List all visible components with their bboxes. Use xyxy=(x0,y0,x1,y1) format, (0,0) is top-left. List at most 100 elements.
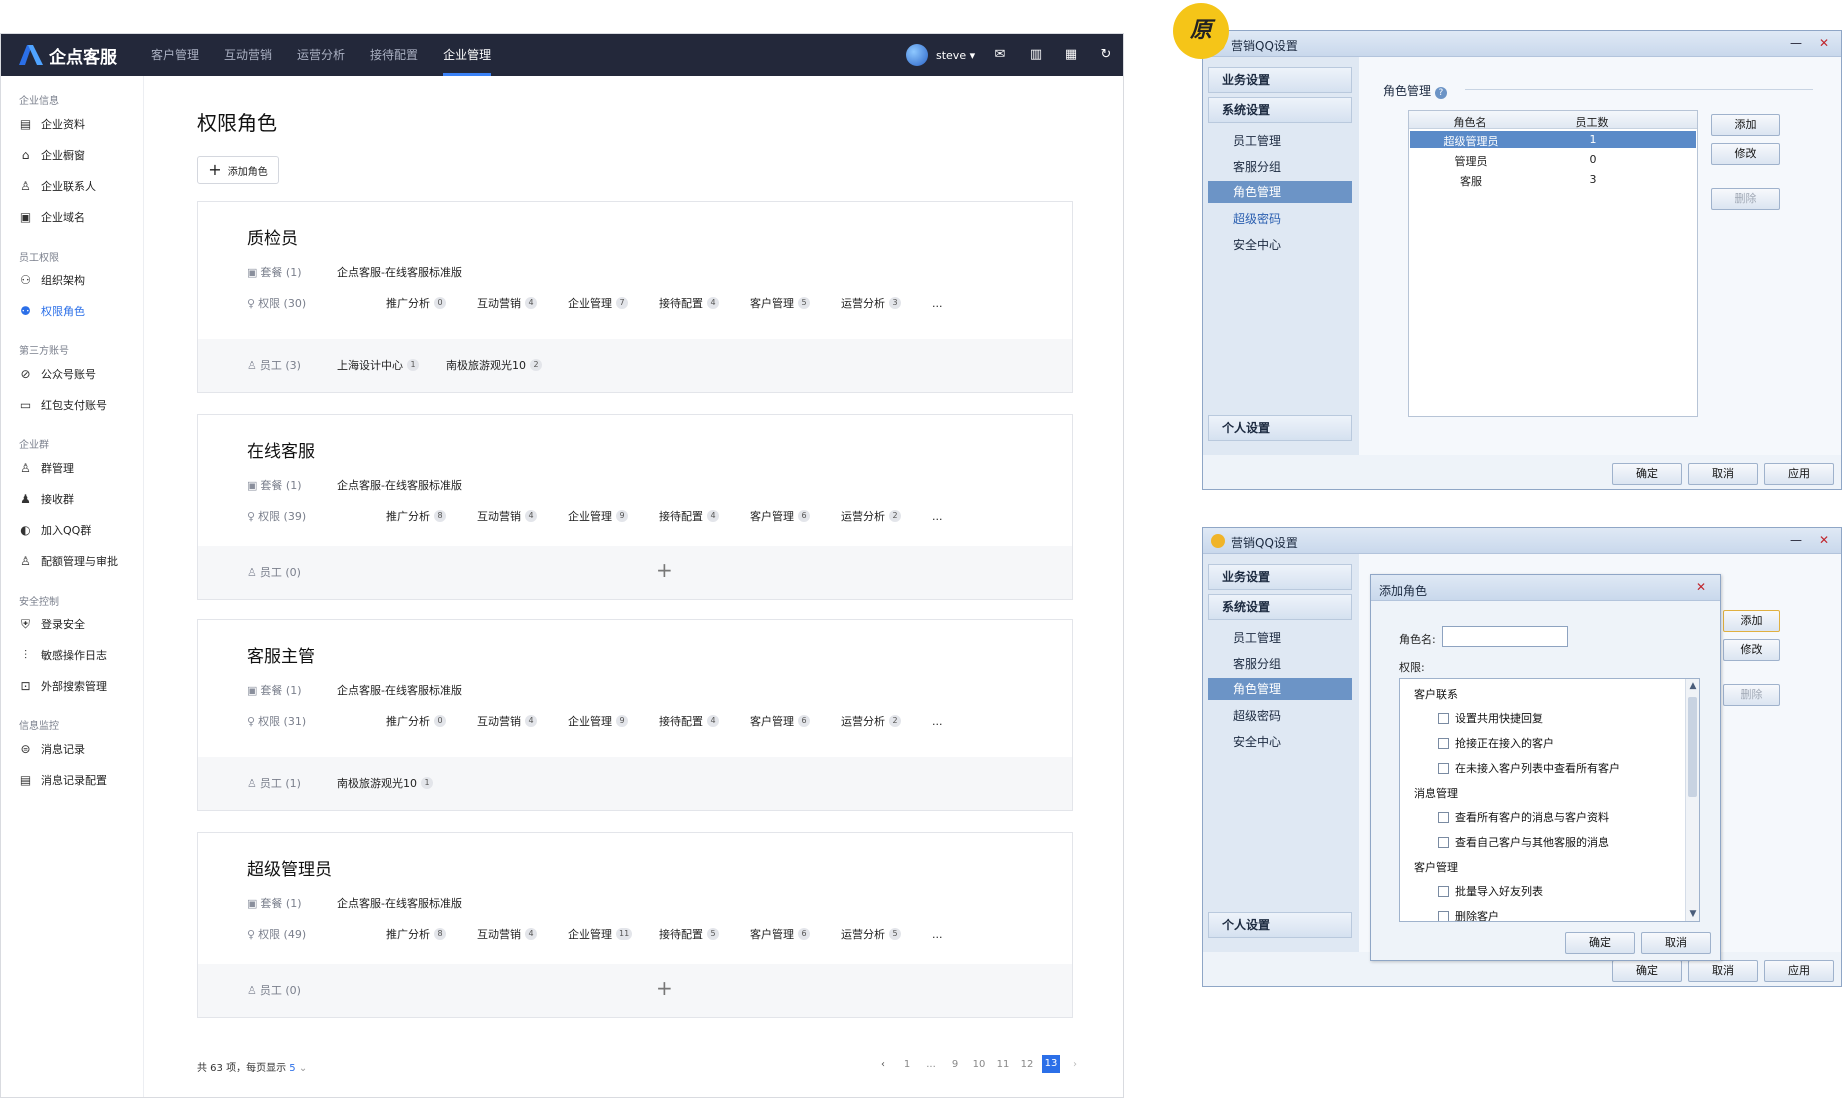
sidebar-item-contact[interactable]: ♙ 企业联系人 xyxy=(19,178,96,194)
nav-role-manage[interactable]: 角色管理 xyxy=(1208,181,1352,203)
add-staff-icon[interactable]: + xyxy=(656,976,673,1000)
perm-checkbox[interactable]: 批量导入好友列表 xyxy=(1438,883,1543,899)
nav-personal-settings[interactable]: 个人设置 xyxy=(1208,912,1352,938)
perm-checkbox[interactable]: 删除客户 xyxy=(1438,908,1499,921)
delete-button[interactable]: 删除 xyxy=(1723,684,1780,706)
dialog-ok-button[interactable]: 确定 xyxy=(1565,932,1635,954)
nav-staff[interactable]: 员工管理 xyxy=(1233,132,1281,149)
scrollbar[interactable]: ▲ ▼ xyxy=(1685,679,1699,921)
role-card[interactable]: 超级管理员 ▣ 套餐 (1) 企点客服-在线客服标准版 ♀ 权限 (49) 推广分析 8 互动营… xyxy=(197,832,1073,1018)
role-card[interactable]: 在线客服 ▣ 套餐 (1) 企点客服-在线客服标准版 ♀ 权限 (39) 推广分析 8 互动营销… xyxy=(197,414,1073,600)
sidebar-item-sensitive-log[interactable]: ⫶ 敏感操作日志 xyxy=(19,647,107,663)
next-page-icon[interactable]: › xyxy=(1063,1059,1087,1070)
permission-tag[interactable]: 企业管理 11 xyxy=(568,926,633,942)
permission-tag[interactable]: 运营分析 3 xyxy=(841,295,901,311)
permission-tag[interactable]: 企业管理 9 xyxy=(568,713,628,729)
perm-checkbox[interactable]: 抢接正在接入的客户 xyxy=(1438,735,1554,751)
nav-business-settings[interactable]: 业务设置 xyxy=(1208,564,1352,590)
scroll-down-icon[interactable]: ▼ xyxy=(1686,907,1699,921)
add-role-button[interactable]: + 添加角色 xyxy=(197,156,279,184)
scroll-thumb[interactable] xyxy=(1688,697,1697,797)
minimize-icon[interactable]: — xyxy=(1783,532,1809,549)
table-row[interactable]: 超级管理员 1 xyxy=(1410,131,1696,148)
sidebar-item-login-security[interactable]: ⛨ 登录安全 xyxy=(19,616,85,632)
add-button[interactable]: 添加 xyxy=(1711,114,1780,136)
sidebar-item-domain[interactable]: ▣ 企业域名 xyxy=(19,209,85,225)
page-link[interactable]: 12 xyxy=(1015,1059,1039,1070)
nav-system-settings[interactable]: 系统设置 xyxy=(1208,594,1352,620)
sidebar-item-receive-group[interactable]: ♟ 接收群 xyxy=(19,491,74,507)
role-name-input[interactable] xyxy=(1442,626,1568,647)
more-permissions[interactable]: ... xyxy=(932,510,943,523)
sidebar-item-payment[interactable]: ▭ 红包支付账号 xyxy=(19,397,107,413)
permission-tag[interactable]: 接待配置 4 xyxy=(659,295,719,311)
add-button[interactable]: 添加 xyxy=(1723,610,1780,632)
permission-tag[interactable]: 互动营销 4 xyxy=(477,926,537,942)
perm-checkbox[interactable]: 设置共用快捷回复 xyxy=(1438,710,1543,726)
nav-business-settings[interactable]: 业务设置 xyxy=(1208,67,1352,93)
role-card[interactable]: 客服主管 ▣ 套餐 (1) 企点客服-在线客服标准版 ♀ 权限 (31) 推广分析 0 互动营销… xyxy=(197,619,1073,811)
chevron-down-icon[interactable]: ⌄ xyxy=(299,1063,307,1074)
nav-security-center[interactable]: 安全中心 xyxy=(1233,236,1281,253)
permission-tag[interactable]: 运营分析 2 xyxy=(841,713,901,729)
checkbox-icon[interactable] xyxy=(1438,712,1449,724)
nav-staff[interactable]: 员工管理 xyxy=(1233,629,1281,646)
sidebar-item-official-account[interactable]: ⊘ 公众号账号 xyxy=(19,366,96,382)
permission-tag[interactable]: 运营分析 2 xyxy=(841,508,901,524)
sidebar-item-roles[interactable]: ⚉ 权限角色 xyxy=(19,303,85,319)
sidebar-item-message-record[interactable]: ⊜ 消息记录 xyxy=(19,741,85,757)
page-link[interactable]: 10 xyxy=(967,1059,991,1070)
current-page[interactable]: 13 xyxy=(1042,1055,1060,1073)
more-permissions[interactable]: ... xyxy=(932,928,943,941)
user-menu[interactable]: steve ▾ xyxy=(906,44,975,66)
close-icon[interactable]: ✕ xyxy=(1811,532,1837,549)
checkbox-icon[interactable] xyxy=(1438,811,1449,823)
permission-tag[interactable]: 互动营销 4 xyxy=(477,508,537,524)
permission-tag[interactable]: 互动营销 4 xyxy=(477,713,537,729)
permission-tag[interactable]: 推广分析 0 xyxy=(386,713,446,729)
permission-tag[interactable]: 推广分析 0 xyxy=(386,295,446,311)
close-icon[interactable]: ✕ xyxy=(1688,579,1714,595)
permission-tag[interactable]: 接待配置 4 xyxy=(659,508,719,524)
edit-button[interactable]: 修改 xyxy=(1723,639,1780,661)
permission-tag[interactable]: 互动营销 4 xyxy=(477,295,537,311)
role-card[interactable]: 质检员 ▣ 套餐 (1) 企点客服-在线客服标准版 ♀ 权限 (30) 推广分析 0 互动营销 4… xyxy=(197,201,1073,393)
edit-button[interactable]: 修改 xyxy=(1711,143,1780,165)
apply-button[interactable]: 应用 xyxy=(1764,463,1834,485)
permission-tag[interactable]: 推广分析 8 xyxy=(386,508,446,524)
apps-icon[interactable]: ▦ xyxy=(1062,46,1080,64)
staff-tag[interactable]: 上海设计中心 1 xyxy=(337,357,419,373)
nav-service-groups[interactable]: 客服分组 xyxy=(1233,158,1281,175)
minimize-icon[interactable]: — xyxy=(1783,35,1809,52)
table-row[interactable]: 客服 3 xyxy=(1410,171,1696,188)
dialog-cancel-button[interactable]: 取消 xyxy=(1641,932,1711,954)
permission-tag[interactable]: 客户管理 6 xyxy=(750,713,810,729)
page-link[interactable]: 1 xyxy=(895,1059,919,1070)
perm-checkbox[interactable]: 查看所有客户的消息与客户资料 xyxy=(1438,809,1609,825)
permission-tag[interactable]: 客户管理 6 xyxy=(750,508,810,524)
nav-enterprise[interactable]: 企业管理 xyxy=(443,34,492,76)
staff-tag[interactable]: 南极旅游观光10 2 xyxy=(446,357,542,373)
page-size-select[interactable]: 5 xyxy=(289,1063,295,1074)
checkbox-icon[interactable] xyxy=(1438,885,1449,897)
checkbox-icon[interactable] xyxy=(1438,910,1449,921)
mail-icon[interactable]: ✉ xyxy=(991,46,1009,64)
more-permissions[interactable]: ... xyxy=(932,715,943,728)
logo[interactable]: 企点客服 xyxy=(19,43,117,68)
page-link[interactable]: 9 xyxy=(943,1059,967,1070)
cancel-button[interactable]: 取消 xyxy=(1688,960,1758,982)
page-link[interactable]: 11 xyxy=(991,1059,1015,1070)
sidebar-item-quota[interactable]: ♙ 配额管理与审批 xyxy=(19,553,118,569)
ok-button[interactable]: 确定 xyxy=(1612,463,1682,485)
nav-customer[interactable]: 客户管理 xyxy=(151,34,199,76)
sidebar-item-message-config[interactable]: ▤ 消息记录配置 xyxy=(19,772,107,788)
logout-icon[interactable]: ↻ xyxy=(1097,46,1115,64)
permission-tag[interactable]: 企业管理 7 xyxy=(568,295,628,311)
checkbox-icon[interactable] xyxy=(1438,836,1449,848)
staff-tag[interactable]: 南极旅游观光10 1 xyxy=(337,775,433,791)
permission-tag[interactable]: 推广分析 8 xyxy=(386,926,446,942)
nav-marketing[interactable]: 互动营销 xyxy=(224,34,272,76)
nav-reception[interactable]: 接待配置 xyxy=(370,34,418,76)
permission-tag[interactable]: 客户管理 5 xyxy=(750,295,810,311)
permission-tag[interactable]: 客户管理 6 xyxy=(750,926,810,942)
